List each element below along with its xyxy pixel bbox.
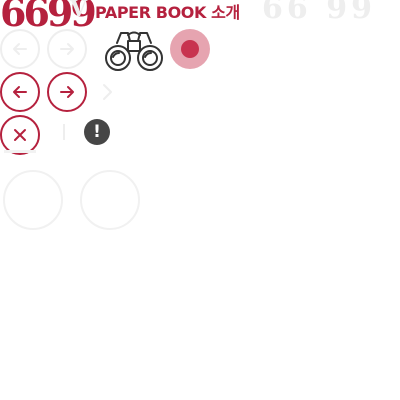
arrow-left-icon xyxy=(13,43,27,55)
close-button[interactable] xyxy=(0,115,40,155)
record-icon xyxy=(181,40,199,58)
alert-icon: ! xyxy=(84,119,110,145)
ghost-quote-large: 66 99 xyxy=(262,0,376,26)
large-circle-button[interactable] xyxy=(80,170,140,230)
arrow-left-icon xyxy=(13,86,27,98)
next-button-faded[interactable] xyxy=(47,29,87,69)
prev-button-faded[interactable] xyxy=(0,29,40,69)
large-circle-button[interactable] xyxy=(3,170,63,230)
prev-button[interactable] xyxy=(0,72,40,112)
binoculars-icon xyxy=(103,27,165,73)
chevron-right-icon[interactable] xyxy=(101,82,115,106)
record-button[interactable] xyxy=(170,29,210,69)
arrow-right-icon xyxy=(60,43,74,55)
close-icon xyxy=(14,129,26,141)
faded-line xyxy=(4,150,36,153)
next-button[interactable] xyxy=(47,72,87,112)
ghost-quote-small: V xyxy=(70,0,88,22)
divider xyxy=(63,124,65,140)
arrow-right-icon xyxy=(60,86,74,98)
page-title: PAPER BOOK 소개 xyxy=(95,3,240,22)
